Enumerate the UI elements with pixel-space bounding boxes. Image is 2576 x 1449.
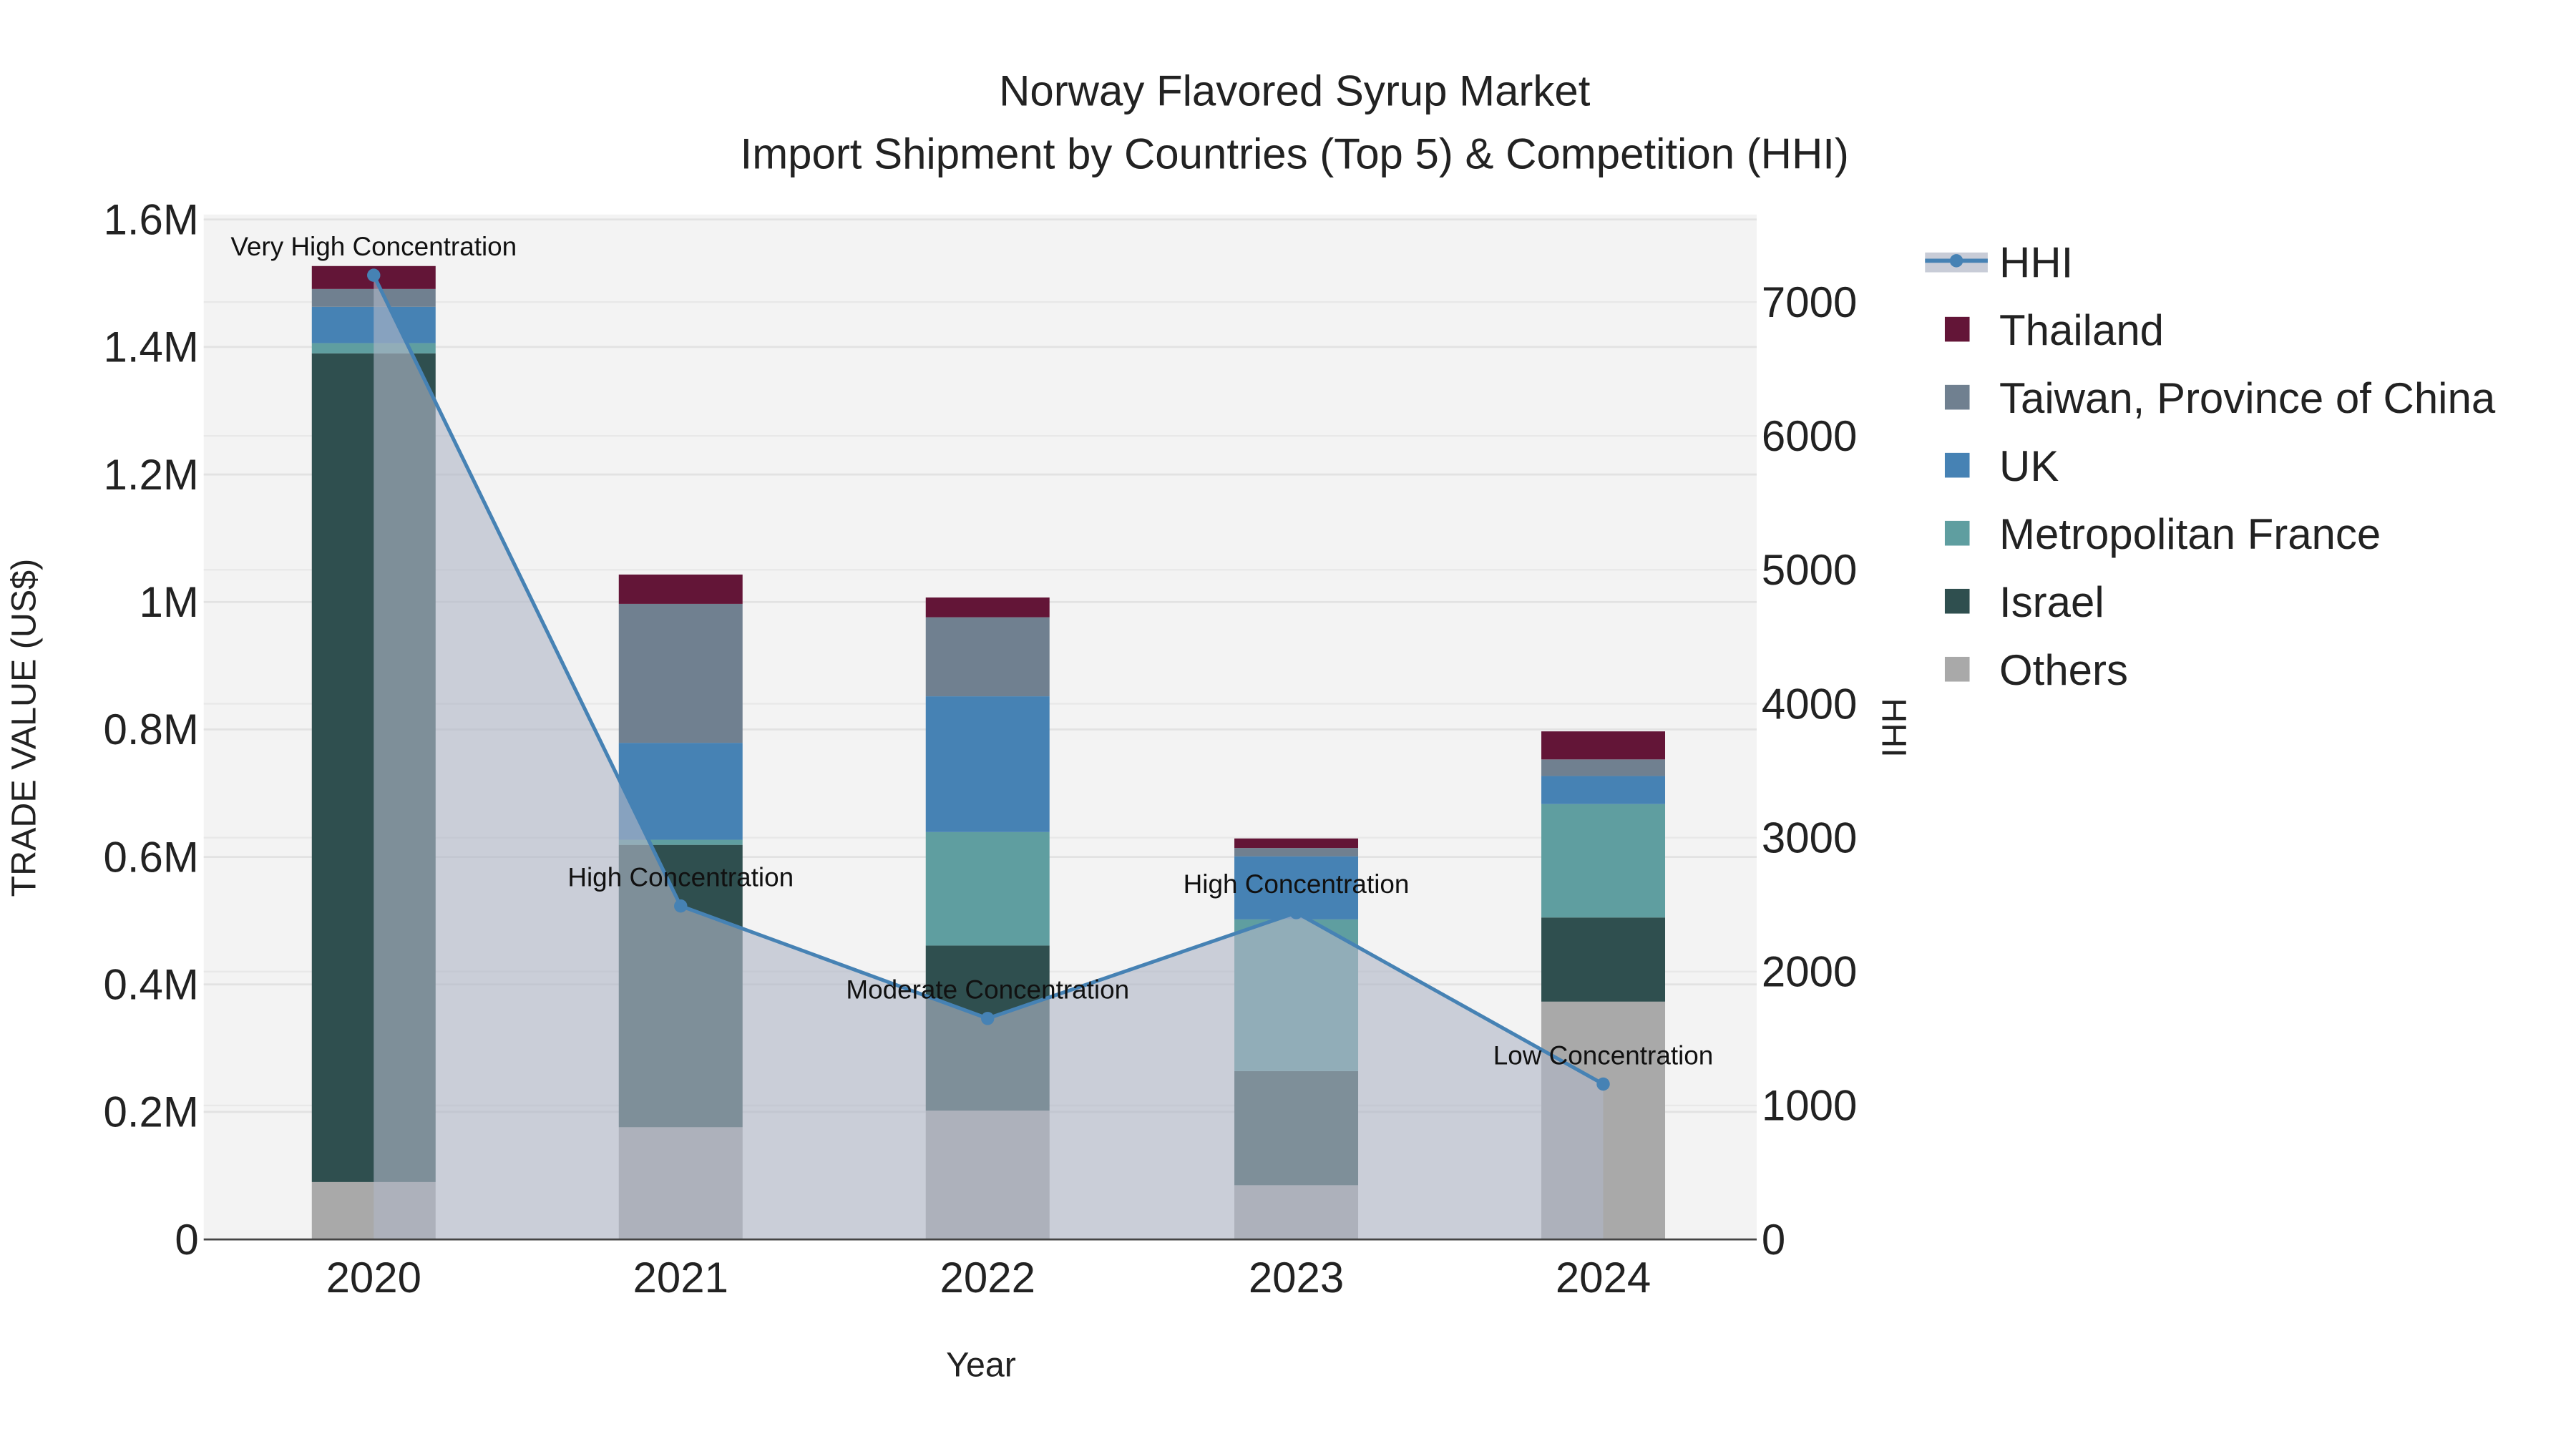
hhi-point <box>367 268 381 282</box>
legend-swatch <box>1944 656 1970 682</box>
bar-taiwan-province-of-china-2021 <box>618 603 743 743</box>
bar-uk-2024 <box>1541 776 1666 804</box>
x-tick-label: 2021 <box>633 1254 728 1302</box>
y-tick-label: 0.8M <box>103 706 198 753</box>
bar-metropolitan-france-2020 <box>311 343 436 353</box>
bar-taiwan-province-of-china-2024 <box>1541 759 1666 776</box>
legend-label: Metropolitan France <box>1999 510 2381 558</box>
bar-thailand-2024 <box>1541 731 1666 760</box>
legend-swatch <box>1944 452 1970 478</box>
y2-tick-label: 2000 <box>1762 948 1857 996</box>
x-tick-label: 2020 <box>326 1254 421 1302</box>
bar-metropolitan-france-2022 <box>925 831 1050 946</box>
bar-uk-2020 <box>311 306 436 343</box>
legend-hhi-marker <box>1949 254 1963 268</box>
hhi-point <box>1289 906 1303 919</box>
y-tick-label: 1.4M <box>103 323 198 371</box>
legend-swatch <box>1944 520 1970 546</box>
y-tick-label: 0.6M <box>103 833 198 881</box>
y2-tick-label: 3000 <box>1762 814 1857 862</box>
hhi-annotation: Very High Concentration <box>230 232 517 261</box>
y-tick-label: 0 <box>175 1216 198 1264</box>
bar-uk-2022 <box>925 696 1050 832</box>
hhi-annotation: Low Concentration <box>1493 1040 1714 1070</box>
y-tick-label: 0.4M <box>103 961 198 1009</box>
legend-label: Taiwan, Province of China <box>1999 374 2496 422</box>
x-tick-label: 2023 <box>1249 1254 1344 1302</box>
x-axis-title: Year <box>946 1346 1016 1385</box>
legend-swatch <box>1944 588 1970 614</box>
y2-tick-label: 0 <box>1762 1216 1785 1264</box>
bar-taiwan-province-of-china-2023 <box>1234 848 1359 857</box>
y2-axis-title: HHI <box>1874 698 1913 757</box>
hhi-annotation: Moderate Concentration <box>846 975 1129 1005</box>
legend-swatch <box>1944 316 1970 342</box>
y2-tick-label: 7000 <box>1762 278 1857 326</box>
hhi-point <box>981 1012 995 1025</box>
legend-label: HHI <box>1999 238 2073 286</box>
bar-metropolitan-france-2024 <box>1541 804 1666 918</box>
bar-thailand-2021 <box>618 574 743 604</box>
hhi-annotation: High Concentration <box>567 862 794 892</box>
legend-label: Thailand <box>1999 306 2164 354</box>
hhi-annotation: High Concentration <box>1184 869 1410 899</box>
y-tick-label: 1.2M <box>103 451 198 499</box>
chart: Very High Concentration High Concentratio… <box>4 67 2496 1385</box>
x-tick-label: 2024 <box>1556 1254 1651 1302</box>
y-tick-label: 1.6M <box>103 196 198 244</box>
y-axis: 0 0.2M 0.4M 0.6M 0.8M 1M 1.2M 1.4M 1.6M <box>103 196 198 1264</box>
legend-label: UK <box>1999 442 2059 490</box>
legend-label: Israel <box>1999 578 2104 626</box>
y2-tick-label: 4000 <box>1762 680 1857 728</box>
y2-tick-label: 5000 <box>1762 546 1857 594</box>
hhi-point <box>674 899 688 913</box>
bar-israel-2024 <box>1541 917 1666 1002</box>
legend-swatch <box>1944 384 1970 410</box>
legend: HHI Thailand Taiwan, Province of China UK Me… <box>1925 238 2496 694</box>
bar-taiwan-province-of-china-2020 <box>311 288 436 307</box>
y-tick-label: 0.2M <box>103 1088 198 1136</box>
y2-tick-label: 1000 <box>1762 1082 1857 1130</box>
bar-thailand-2023 <box>1234 838 1359 849</box>
chart-subtitle: Import Shipment by Countries (Top 5) & C… <box>741 130 1849 177</box>
chart-title: Norway Flavored Syrup Market <box>999 67 1591 115</box>
y2-axis: 0 1000 2000 3000 4000 5000 6000 7000 <box>1762 278 1857 1264</box>
y2-tick-label: 6000 <box>1762 412 1857 460</box>
bar-taiwan-province-of-china-2022 <box>925 617 1050 697</box>
y-tick-label: 1M <box>139 578 198 626</box>
y-axis-title: TRADE VALUE (US$) <box>4 559 43 897</box>
hhi-point <box>1596 1077 1610 1091</box>
legend-label: Others <box>1999 646 2128 694</box>
x-tick-label: 2022 <box>940 1254 1035 1302</box>
bar-thailand-2022 <box>925 597 1050 618</box>
x-axis: 2020 2021 2022 2023 2024 <box>326 1254 1652 1302</box>
